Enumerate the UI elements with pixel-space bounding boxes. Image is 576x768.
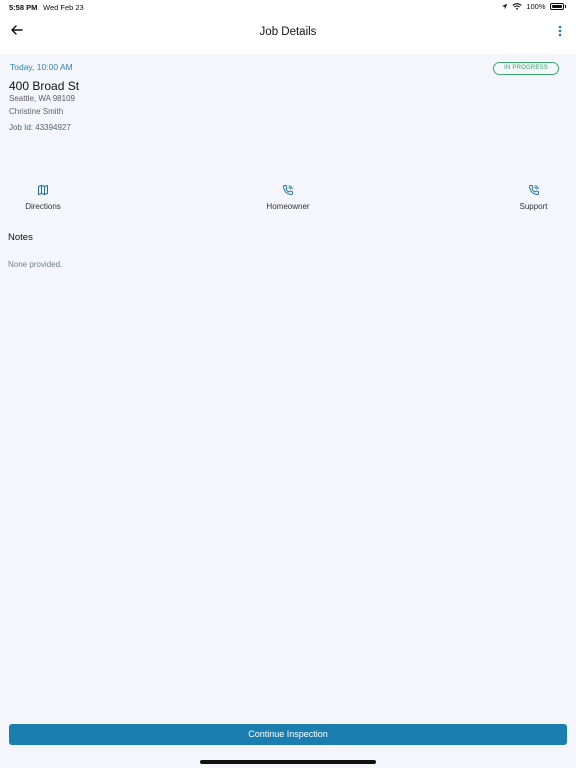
status-indicators: 100%: [501, 2, 566, 11]
homeowner-label: Homeowner: [266, 202, 310, 211]
page-title: Job Details: [259, 26, 317, 38]
status-bar: 5:58 PM Wed Feb 23 100%: [0, 0, 576, 14]
wifi-icon: [512, 3, 522, 10]
job-city: Seattle, WA 98109: [9, 94, 75, 103]
location-icon: [502, 3, 508, 10]
home-indicator[interactable]: [200, 760, 376, 764]
navigation-bar: Job Details: [0, 14, 576, 54]
job-address: 400 Broad St: [9, 79, 80, 93]
job-id: Job Id: 43394927: [9, 123, 71, 132]
notes-heading: Notes: [8, 232, 33, 243]
notes-body: None provided.: [8, 260, 63, 269]
phone-icon: [528, 185, 539, 195]
action-row: Directions Homeowner Support: [0, 184, 576, 216]
battery-icon: [549, 3, 564, 10]
support-call-button[interactable]: Support: [518, 184, 549, 211]
continue-inspection-button[interactable]: Continue Inspection: [9, 724, 567, 745]
status-date: Wed Feb 23: [43, 3, 84, 12]
job-time: Today, 10:00 AM: [10, 62, 73, 72]
vertical-dots-icon: [558, 25, 562, 37]
phone-icon: [283, 185, 293, 195]
status-badge: IN PROGRESS: [493, 62, 559, 75]
job-summary: Today, 10:00 AM IN PROGRESS 400 Broad St…: [0, 54, 576, 174]
support-label: Support: [519, 202, 548, 211]
battery-percentage: 100%: [526, 2, 546, 11]
more-options-button[interactable]: [556, 24, 564, 38]
map-icon: [38, 185, 48, 195]
job-contact-name: Christine Smith: [9, 107, 64, 116]
directions-button[interactable]: Directions: [24, 184, 62, 211]
directions-label: Directions: [25, 202, 61, 211]
homeowner-call-button[interactable]: Homeowner: [265, 184, 311, 211]
status-time: 5:58 PM: [9, 3, 38, 12]
